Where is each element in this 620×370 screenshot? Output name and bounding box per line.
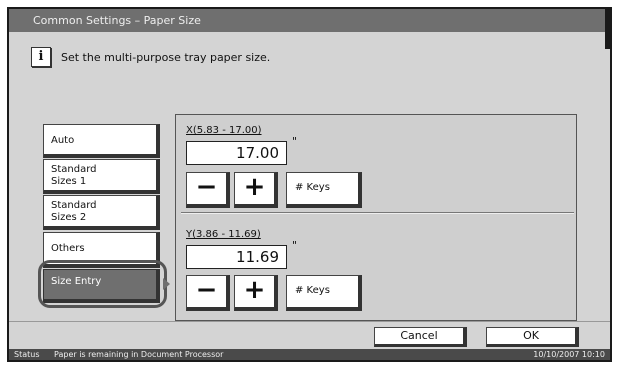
x-value-field[interactable]: 17.00 [186, 141, 287, 165]
screen-title: Common Settings – Paper Size [9, 9, 610, 32]
cancel-button[interactable]: Cancel [374, 327, 467, 347]
y-number-keys-button[interactable]: # Keys [286, 275, 362, 311]
standard-sizes-2-button[interactable]: Standard Sizes 2 [43, 195, 160, 230]
y-increase-button[interactable]: + [234, 275, 278, 311]
auto-button[interactable]: Auto [43, 124, 160, 158]
status-datetime: 10/10/2007 10:10 [533, 350, 605, 359]
panel-divider [181, 212, 574, 213]
others-label: Others [51, 243, 85, 254]
auto-label: Auto [51, 135, 75, 146]
ok-button[interactable]: OK [486, 327, 579, 347]
instruction-message: i Set the multi-purpose tray paper size. [31, 47, 270, 67]
bottom-separator [9, 321, 610, 322]
info-icon: i [31, 47, 51, 67]
status-label[interactable]: Status [14, 349, 40, 360]
x-number-keys-button[interactable]: # Keys [286, 172, 362, 208]
instruction-text: Set the multi-purpose tray paper size. [61, 50, 271, 64]
standard-sizes-2-label: Standard Sizes 2 [51, 200, 97, 223]
screen-corner [605, 9, 610, 49]
selection-arrow-icon [163, 278, 170, 290]
y-decrease-button[interactable]: − [186, 275, 230, 311]
y-value-field[interactable]: 11.69 [186, 245, 287, 269]
y-range-label: Y(3.86 - 11.69) [186, 229, 261, 240]
size-entry-highlight [38, 260, 167, 308]
x-increase-button[interactable]: + [234, 172, 278, 208]
status-bar: Status Paper is remaining in Document Pr… [9, 349, 610, 360]
x-range-label: X(5.83 - 17.00) [186, 125, 262, 136]
x-decrease-button[interactable]: − [186, 172, 230, 208]
x-unit-label: " [292, 135, 298, 148]
status-message: Paper is remaining in Document Processor [54, 350, 224, 359]
standard-sizes-1-label: Standard Sizes 1 [51, 164, 97, 187]
y-unit-label: " [292, 239, 298, 252]
standard-sizes-1-button[interactable]: Standard Sizes 1 [43, 159, 160, 194]
settings-screen: Common Settings – Paper Size i Set the m… [7, 7, 612, 362]
